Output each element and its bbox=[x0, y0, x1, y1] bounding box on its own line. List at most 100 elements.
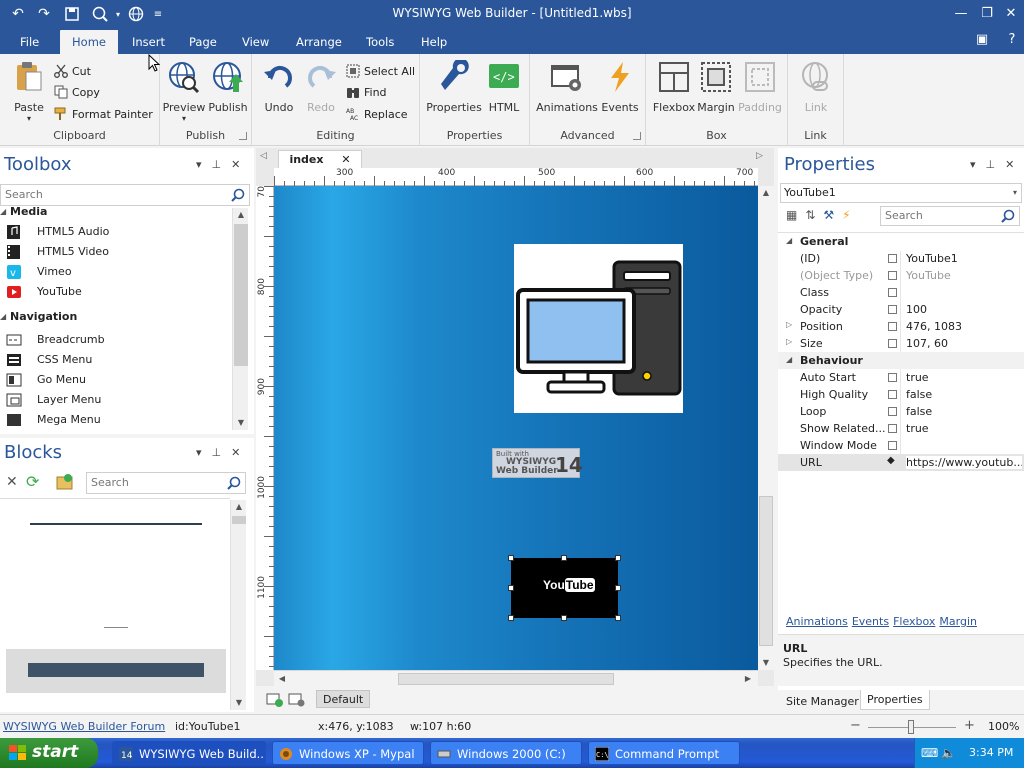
select-all-button[interactable]: Select All bbox=[346, 62, 415, 80]
taskbar-item-command-prompt[interactable]: C:\ Command Prompt bbox=[588, 741, 740, 765]
tab-scroll-left-icon[interactable]: ◁ bbox=[260, 151, 267, 161]
tab-site-manager[interactable]: Site Manager bbox=[782, 692, 863, 712]
scroll-left-icon[interactable]: ◀ bbox=[274, 672, 290, 686]
close-icon[interactable]: ✕ bbox=[231, 446, 240, 459]
scroll-thumb[interactable] bbox=[234, 224, 248, 366]
resize-handle-s[interactable] bbox=[561, 615, 567, 621]
copy-button[interactable]: Copy bbox=[54, 83, 100, 101]
prop-opacity[interactable]: Opacity 100 bbox=[778, 301, 1024, 318]
find-button[interactable]: Find bbox=[346, 83, 387, 101]
tab-help[interactable]: Help bbox=[413, 30, 455, 54]
tab-scroll-right-icon[interactable]: ▷ bbox=[756, 151, 763, 161]
html-button[interactable]: </> HTML bbox=[484, 60, 524, 114]
layout-default-tab[interactable]: Default bbox=[316, 690, 371, 708]
close-tab-icon[interactable]: ✕ bbox=[341, 153, 350, 166]
properties-button[interactable]: Properties bbox=[426, 58, 482, 114]
prop-class[interactable]: Class bbox=[778, 284, 1024, 301]
toolbox-item-css-menu[interactable]: CSS Menu bbox=[0, 350, 232, 370]
tab-file[interactable]: File bbox=[12, 30, 47, 54]
toolbox-item-breadcrumb[interactable]: Breadcrumb bbox=[0, 330, 232, 350]
design-canvas[interactable]: Built with WYSIWYG Web Builder 14 YouTub… bbox=[274, 186, 758, 670]
group-behaviour[interactable]: ◢ Behaviour bbox=[778, 352, 1024, 369]
pin-icon[interactable]: ⊥ bbox=[212, 158, 222, 171]
built-with-badge[interactable]: Built with WYSIWYG Web Builder 14 bbox=[492, 448, 583, 478]
youtube-object[interactable]: YouTube bbox=[508, 555, 621, 621]
link-margin[interactable]: Margin bbox=[939, 615, 977, 628]
scroll-thumb[interactable] bbox=[759, 496, 773, 646]
redo-button[interactable]: Redo bbox=[300, 60, 342, 114]
blocks-scrollbar[interactable]: ▲ ▼ bbox=[230, 500, 246, 710]
resize-handle-e[interactable] bbox=[615, 585, 621, 591]
prop-auto-start[interactable]: Auto Start true bbox=[778, 369, 1024, 386]
layout-settings-icon[interactable] bbox=[288, 691, 306, 707]
resize-handle-se[interactable] bbox=[615, 615, 621, 621]
tab-properties[interactable]: Properties bbox=[860, 690, 930, 710]
category-media[interactable]: ◢ Media bbox=[0, 206, 232, 222]
flexbox-button[interactable]: Flexbox bbox=[652, 60, 696, 114]
zoom-in-icon[interactable]: + bbox=[964, 718, 975, 733]
close-window-button[interactable]: ✕ bbox=[1000, 4, 1022, 24]
advanced-dialog-launcher[interactable] bbox=[633, 132, 641, 140]
categorized-icon[interactable]: ▦ bbox=[786, 208, 797, 226]
padding-button[interactable]: Padding bbox=[738, 60, 782, 114]
publish-button[interactable]: Publish bbox=[206, 60, 250, 114]
paste-button[interactable]: Paste ▾ bbox=[8, 60, 50, 123]
scroll-down-icon[interactable]: ▼ bbox=[231, 696, 247, 710]
toolbox-item-go-menu[interactable]: Go Menu bbox=[0, 370, 232, 390]
publish-dialog-launcher[interactable] bbox=[239, 132, 247, 140]
replace-button[interactable]: AB AC Replace bbox=[346, 105, 408, 123]
toolbox-item-html5-audio[interactable]: HTML5 Audio bbox=[0, 222, 232, 242]
prop-size[interactable]: ▷ Size 107, 60 bbox=[778, 335, 1024, 352]
block-preview-3[interactable] bbox=[6, 649, 226, 693]
undo-button[interactable]: Undo bbox=[258, 60, 300, 114]
close-icon[interactable]: ✕ bbox=[1005, 158, 1014, 171]
minimize-button[interactable]: — bbox=[950, 4, 972, 24]
tab-view[interactable]: View bbox=[234, 30, 277, 54]
properties-search-input[interactable]: Search bbox=[880, 206, 1020, 226]
scroll-down-icon[interactable]: ▼ bbox=[758, 656, 774, 670]
link-button[interactable]: Link bbox=[796, 60, 836, 114]
document-tab[interactable]: index ✕ bbox=[278, 150, 362, 168]
zoom-out-icon[interactable]: − bbox=[850, 718, 861, 733]
group-general[interactable]: ◢ General bbox=[778, 233, 1024, 250]
prop-show-related[interactable]: Show Related... true bbox=[778, 420, 1024, 437]
object-selector[interactable]: YouTube1 ▾ bbox=[780, 183, 1022, 203]
tab-home[interactable]: Home bbox=[60, 30, 118, 54]
scroll-up-icon[interactable]: ▲ bbox=[231, 500, 247, 514]
keyboard-icon[interactable]: ⌨ bbox=[921, 746, 938, 760]
scroll-thumb[interactable] bbox=[398, 673, 614, 685]
format-painter-button[interactable]: Format Painter bbox=[54, 105, 153, 123]
computer-image[interactable] bbox=[514, 244, 683, 413]
scroll-down-icon[interactable]: ▼ bbox=[233, 416, 249, 430]
resize-handle-ne[interactable] bbox=[615, 555, 621, 561]
toolbox-item-youtube[interactable]: YouTube bbox=[0, 282, 232, 302]
toolbox-search-input[interactable]: Search bbox=[0, 184, 250, 206]
events-button[interactable]: Events bbox=[600, 60, 640, 114]
cut-button[interactable]: Cut bbox=[54, 62, 91, 80]
link-animations[interactable]: Animations bbox=[786, 615, 848, 628]
panel-menu-icon[interactable]: ▾ bbox=[196, 446, 202, 459]
block-preview-2[interactable] bbox=[104, 627, 128, 628]
toolbox-scrollbar[interactable]: ▲ ▼ bbox=[232, 208, 248, 430]
pin-icon[interactable]: ⊥ bbox=[986, 158, 996, 171]
start-button[interactable]: start bbox=[0, 738, 98, 768]
preview-button[interactable]: Preview ▾ bbox=[162, 60, 206, 123]
scroll-thumb[interactable] bbox=[232, 516, 246, 524]
toolbox-item-mega-menu[interactable]: Mega Menu bbox=[0, 410, 232, 428]
properties-wrench-icon[interactable]: ⚒ bbox=[823, 208, 834, 226]
volume-icon[interactable]: 🔈 bbox=[941, 746, 956, 760]
folder-add-icon[interactable] bbox=[56, 474, 74, 490]
pin-icon[interactable]: ⊥ bbox=[212, 446, 222, 459]
tab-insert[interactable]: Insert bbox=[124, 30, 173, 54]
taskbar-item-drive[interactable]: Windows 2000 (C:) bbox=[430, 741, 582, 765]
link-flexbox[interactable]: Flexbox bbox=[893, 615, 935, 628]
panel-menu-icon[interactable]: ▾ bbox=[196, 158, 202, 171]
tab-tools[interactable]: Tools bbox=[358, 30, 402, 54]
prop-object-type[interactable]: (Object Type) YouTube bbox=[778, 267, 1024, 284]
restore-button[interactable]: ❐ bbox=[976, 4, 998, 24]
animations-button[interactable]: Animations bbox=[536, 60, 598, 114]
tab-page[interactable]: Page bbox=[181, 30, 225, 54]
prop-high-quality[interactable]: High Quality false bbox=[778, 386, 1024, 403]
link-events[interactable]: Events bbox=[852, 615, 889, 628]
category-navigation[interactable]: ◢ Navigation bbox=[0, 307, 232, 327]
